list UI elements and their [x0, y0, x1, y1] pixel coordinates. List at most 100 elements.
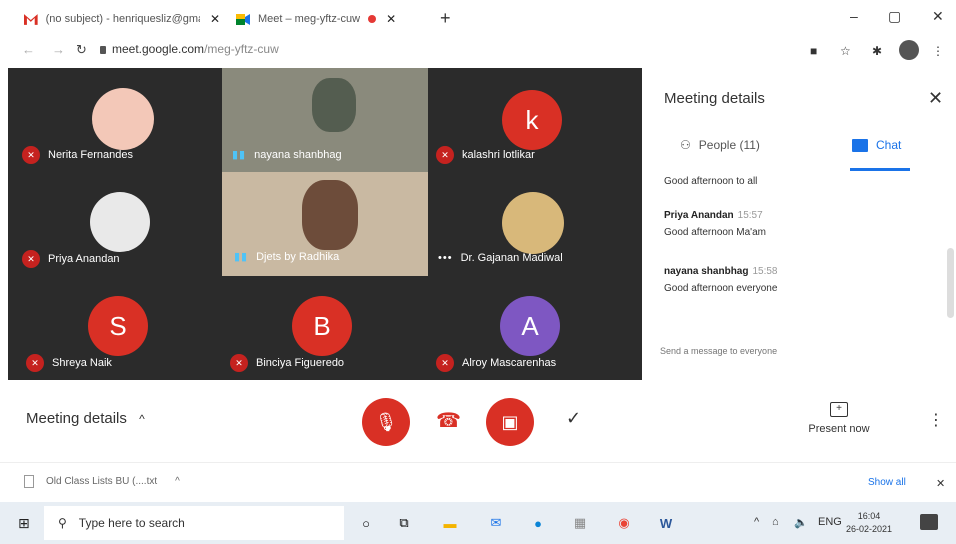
recording-indicator-icon [368, 15, 377, 23]
tab-meet[interactable]: Meet – meg-yftz-cuw ✕ [236, 6, 426, 32]
browser-tab-strip: (no subject) - henriquesliz@gma ✕ Meet –… [0, 0, 956, 34]
show-all-button[interactable]: Show all [868, 477, 906, 488]
lock-icon [100, 46, 106, 54]
participant-avatar: S [88, 296, 148, 356]
participant-name: ✕ Alroy Mascarenhas [436, 354, 556, 372]
mic-off-icon: ✕ [436, 146, 454, 164]
participant-photo [502, 192, 564, 254]
chevron-up-icon[interactable]: ^ [754, 516, 759, 528]
download-bar: Old Class Lists BU (....txt ^ Show all ✕ [0, 462, 956, 502]
camera-toggle-button[interactable]: ▣ [486, 398, 534, 446]
extensions-icon[interactable]: ✱ [872, 44, 882, 58]
participant-tile[interactable]: ▮▮ nayana shanbhag [222, 68, 428, 172]
participant-name: ✕ Nerita Fernandes [22, 146, 133, 164]
chat-input[interactable] [660, 346, 920, 356]
chevron-up-icon[interactable]: ^ [175, 476, 180, 487]
participant-tile[interactable]: S ✕ Shreya Naik [8, 276, 222, 380]
participant-name: ▮▮ Djets by Radhika [234, 250, 340, 264]
back-icon[interactable]: ← [22, 42, 35, 57]
taskbar-search[interactable]: ⚲ Type here to search [44, 506, 344, 540]
word-icon[interactable]: W [656, 513, 676, 533]
mail-icon[interactable]: ✉ [486, 513, 506, 533]
present-now-button[interactable]: + Present now [804, 402, 874, 435]
chat-message: Priya Anandan 15:57 Good afternoon Ma'am [664, 210, 766, 238]
close-tab-icon[interactable]: ✕ [386, 12, 396, 26]
meeting-details-button[interactable]: Meeting details ^ [26, 410, 145, 427]
tab-people[interactable]: ⚇ People (11) [680, 138, 760, 152]
hang-up-button[interactable]: ☎ [436, 408, 461, 433]
mic-off-icon: ✕ [230, 354, 248, 372]
search-icon: ⚲ [58, 516, 67, 530]
participant-video [312, 78, 356, 132]
participant-tile[interactable]: ✕ Nerita Fernandes [8, 68, 222, 172]
participant-tile[interactable]: ▮▮ Djets by Radhika [222, 172, 428, 276]
participant-name: ••• Dr. Gajanan Madiwal [438, 252, 563, 264]
bookmark-star-icon[interactable]: ☆ [840, 44, 851, 58]
browser-menu-icon[interactable]: ⋮ [932, 44, 944, 58]
participant-name: ✕ Priya Anandan [22, 250, 120, 268]
screen: (no subject) - henriquesliz@gma ✕ Meet –… [0, 0, 956, 544]
minimize-button[interactable]: – [850, 8, 858, 24]
participant-photo [92, 88, 154, 150]
participant-name: ✕ Shreya Naik [26, 354, 112, 372]
tab-chat[interactable]: Chat [852, 138, 901, 152]
active-tab-indicator [850, 168, 910, 171]
url-field[interactable]: meet.google.com/meg-yftz-cuw [112, 42, 279, 56]
mic-off-icon: ✕ [436, 354, 454, 372]
url-path: /meg-yftz-cuw [204, 42, 279, 56]
store-icon[interactable]: ▦ [570, 513, 590, 533]
download-item[interactable]: Old Class Lists BU (....txt ^ [24, 475, 180, 488]
notifications-icon[interactable] [920, 514, 938, 530]
mic-toggle-button[interactable]: 🎙 [362, 398, 410, 446]
close-window-button[interactable]: ✕ [932, 8, 944, 25]
gmail-icon [24, 13, 38, 25]
participant-avatar: B [292, 296, 352, 356]
tab-title: (no subject) - henriquesliz@gma [45, 13, 200, 25]
network-icon[interactable]: ⌂ [772, 516, 779, 528]
meet-icon [236, 13, 250, 25]
volume-icon[interactable]: 🔈 [794, 516, 808, 529]
participant-name: ✕ kalashri lotlikar [436, 146, 535, 164]
new-tab-button[interactable]: + [440, 8, 451, 29]
camera-icon[interactable]: ■ [810, 44, 817, 58]
participant-tile[interactable]: B ✕ Binciya Figueredo [222, 276, 428, 380]
participant-avatar: A [500, 296, 560, 356]
participant-tile[interactable]: k ✕ kalashri lotlikar [428, 68, 642, 172]
chat-message: nayana shanbhag 15:58 Good afternoon ever… [664, 266, 778, 294]
participant-name: ✕ Binciya Figueredo [230, 354, 344, 372]
maximize-button[interactable]: ▢ [888, 8, 901, 25]
chrome-icon[interactable]: ◉ [614, 513, 634, 533]
taskbar: ⊞ ⚲ Type here to search ○ ⧉ ▬ ✉ ● ▦ ◉ W … [0, 502, 956, 544]
participant-tile[interactable]: A ✕ Alroy Mascarenhas [428, 276, 642, 380]
chat-scrollbar[interactable] [947, 248, 954, 318]
windows-start-icon[interactable]: ⊞ [18, 515, 30, 532]
participant-grid: ✕ Nerita Fernandes ▮▮ nayana shanbhag k … [8, 68, 642, 380]
language-indicator[interactable]: ENG [818, 516, 842, 528]
file-explorer-icon[interactable]: ▬ [440, 513, 460, 533]
chat-message: Good afternoon to all [664, 176, 758, 187]
forward-icon[interactable]: → [52, 42, 65, 57]
participant-tile[interactable]: ✕ Priya Anandan [8, 172, 222, 276]
cortana-icon[interactable]: ○ [356, 513, 376, 533]
profile-avatar[interactable] [899, 40, 919, 60]
clock[interactable]: 16:04 26-02-2021 [846, 510, 892, 536]
more-options-button[interactable]: ⋮ [928, 410, 944, 430]
check-button[interactable]: ✓ [566, 408, 581, 429]
more-icon: ••• [438, 252, 453, 264]
chevron-up-icon: ^ [139, 412, 145, 426]
close-tab-icon[interactable]: ✕ [210, 12, 220, 26]
participant-tile[interactable]: ••• Dr. Gajanan Madiwal [428, 172, 642, 276]
reload-icon[interactable]: ↻ [76, 42, 87, 58]
task-view-icon[interactable]: ⧉ [394, 513, 414, 533]
tab-gmail[interactable]: (no subject) - henriquesliz@gma ✕ [24, 6, 220, 32]
close-download-bar-button[interactable]: ✕ [936, 477, 945, 490]
edge-icon[interactable]: ● [528, 513, 548, 533]
speaking-icon: ▮▮ [232, 149, 247, 161]
chat-icon [852, 138, 868, 152]
participant-video [302, 180, 358, 250]
participant-avatar: k [502, 90, 562, 150]
address-bar: ← → ↻ meet.google.com/meg-yftz-cuw ■ ☆ ✱… [0, 34, 956, 66]
close-panel-button[interactable]: ✕ [928, 88, 943, 109]
present-icon: + [830, 402, 848, 417]
speaking-icon: ▮▮ [234, 251, 249, 263]
